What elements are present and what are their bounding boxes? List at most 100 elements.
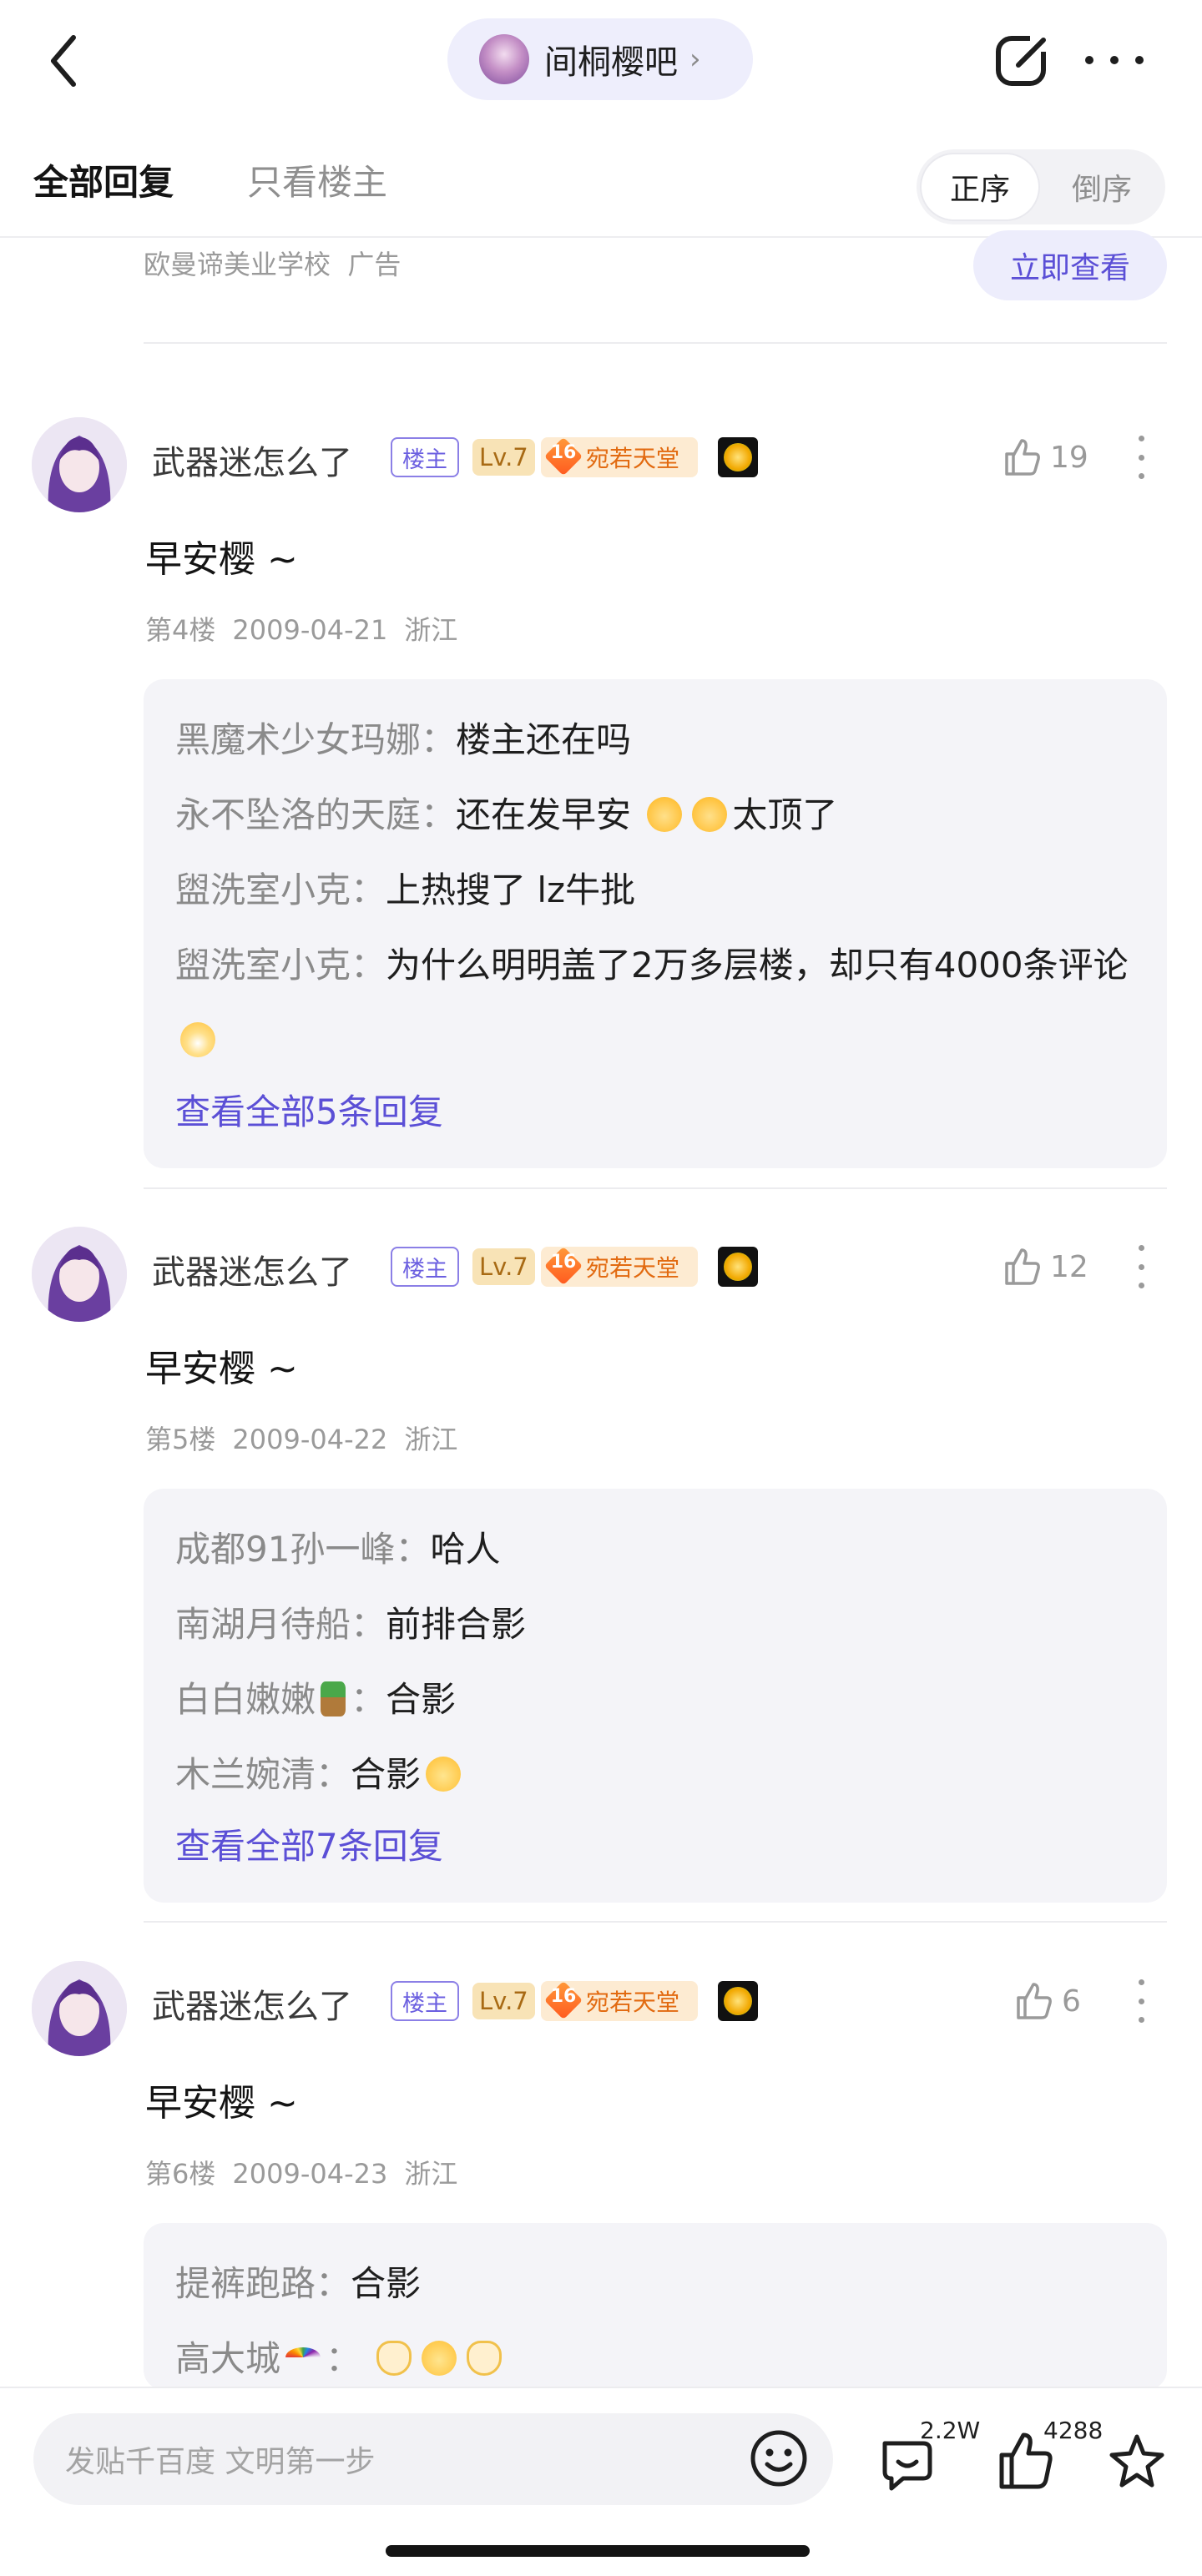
angry-emoji-icon xyxy=(692,797,728,832)
tab-all-replies[interactable]: 全部回复 xyxy=(33,154,174,205)
username[interactable]: 武器迷怎么了 xyxy=(152,436,352,484)
more-icon xyxy=(1138,1245,1144,1251)
medal-icon xyxy=(718,1981,758,2021)
level-badge: Lv.7 xyxy=(472,1248,535,1285)
avatar[interactable] xyxy=(32,1961,127,2056)
rank-badge: 16 宛若天堂 xyxy=(541,1246,698,1287)
reply-item: 白白嫩嫩 ：合影 xyxy=(175,1679,457,1720)
star-icon xyxy=(1109,2434,1164,2488)
post-meta: 第5楼 2009-04-22 浙江 xyxy=(145,1419,474,1457)
reply-item: 南湖月待船：前排合影 xyxy=(175,1604,527,1645)
rank-badge: 16 宛若天堂 xyxy=(541,436,698,477)
divider xyxy=(144,1921,1167,1923)
mask-emoji-icon xyxy=(180,1022,215,1057)
more-icon xyxy=(1138,1979,1144,1985)
ad-source-name: 欧曼谛美业学校 xyxy=(144,249,331,280)
reply-item: 黑魔术少女玛娜：楼主还在吗 xyxy=(175,719,632,760)
like-count: 12 xyxy=(1050,1249,1088,1284)
more-icon xyxy=(1085,56,1093,64)
sort-bar: 全部回复 只看楼主 正序 倒序 xyxy=(0,121,1202,238)
reply-item: 高大城： xyxy=(175,2321,1135,2390)
view-all-replies-link[interactable]: 查看全部7条回复 xyxy=(175,1812,1135,1881)
post-more-button[interactable] xyxy=(1135,1979,1147,2023)
avatar[interactable] xyxy=(32,417,127,512)
reply-box[interactable]: 提裤跑路：合影 高大城： xyxy=(144,2223,1167,2390)
post-date: 2009-04-21 xyxy=(232,614,388,646)
post-meta: 第4楼 2009-04-21 浙江 xyxy=(145,609,474,648)
post-more-button[interactable] xyxy=(1135,1245,1147,1288)
post-text: 早安樱 ~ xyxy=(145,1348,298,1390)
op-badge: 楼主 xyxy=(391,1981,459,2021)
edit-button[interactable] xyxy=(993,32,1050,88)
palm-tree-icon xyxy=(321,1681,346,1716)
more-button[interactable] xyxy=(1085,43,1144,77)
favorite-button[interactable] xyxy=(1107,2432,1167,2492)
level-badge: Lv.7 xyxy=(472,439,535,476)
post-date: 2009-04-22 xyxy=(232,1424,388,1455)
username[interactable]: 武器迷怎么了 xyxy=(152,1979,352,2028)
back-button[interactable] xyxy=(42,32,85,90)
level-badge: Lv.7 xyxy=(472,1983,535,2019)
peace-hand-emoji-icon xyxy=(376,2341,412,2376)
order-desc-button[interactable]: 倒序 xyxy=(1042,153,1162,221)
like-count: 6 xyxy=(1062,1984,1081,2019)
post-text: 早安樱 ~ xyxy=(145,2082,298,2125)
angry-emoji-icon xyxy=(647,797,683,832)
order-toggle: 正序 倒序 xyxy=(917,149,1165,224)
medal-icon xyxy=(718,1247,758,1287)
worried-emoji-icon xyxy=(422,2341,457,2376)
reply-box[interactable]: 黑魔术少女玛娜：楼主还在吗 永不坠洛的天庭：还在发早安 太顶了 盥洗室小克：上热… xyxy=(144,679,1167,1168)
tab-op-only[interactable]: 只看楼主 xyxy=(247,154,387,205)
like-button[interactable]: 12 xyxy=(1002,1242,1088,1292)
back-icon xyxy=(51,35,76,87)
ad-source: 欧曼谛美业学校 广告 xyxy=(144,244,401,282)
post-date: 2009-04-23 xyxy=(232,2158,388,2190)
ad-view-button[interactable]: 立即查看 xyxy=(973,230,1167,300)
more-icon xyxy=(1138,436,1144,441)
edit-icon xyxy=(996,33,1048,86)
reply-item: 成都91孙一峰：哈人 xyxy=(175,1529,501,1570)
post-more-button[interactable] xyxy=(1135,436,1147,479)
floor-number: 第4楼 xyxy=(145,614,216,646)
view-all-replies-link[interactable]: 查看全部5条回复 xyxy=(175,1078,1135,1147)
reply-box[interactable]: 成都91孙一峰：哈人 南湖月待船：前排合影 白白嫩嫩 ：合影 木兰婉清：合影 查看… xyxy=(144,1489,1167,1903)
floor-number: 第5楼 xyxy=(145,1424,216,1455)
post-location: 浙江 xyxy=(404,614,458,646)
floor-number: 第6楼 xyxy=(145,2158,216,2190)
username[interactable]: 武器迷怎么了 xyxy=(152,1245,352,1293)
forum-name: 间桐樱吧 xyxy=(544,43,678,82)
divider xyxy=(144,1187,1167,1189)
bottom-bar: 发贴千百度 文明第一步 2.2W 4288 xyxy=(0,2387,1202,2576)
reply-item: 盥洗室小克：上热搜了 lz牛批 xyxy=(175,870,636,910)
avatar[interactable] xyxy=(32,1227,127,1322)
comments-count: 2.2W xyxy=(920,2417,981,2444)
rank-badge: 16 宛若天堂 xyxy=(541,1980,698,2021)
comment-input-placeholder: 发贴千百度 文明第一步 xyxy=(65,2445,376,2479)
comment-input[interactable]: 发贴千百度 文明第一步 xyxy=(33,2413,833,2505)
home-indicator[interactable] xyxy=(386,2545,810,2557)
like-icon xyxy=(1017,1983,1052,2019)
reply-item: 盥洗室小克：为什么明明盖了2万多层楼，却只有4000条评论 xyxy=(175,928,1135,1078)
post-text: 早安樱 ~ xyxy=(145,538,298,581)
emoji-button[interactable] xyxy=(747,2427,811,2490)
post-location: 浙江 xyxy=(404,2158,458,2190)
medal-icon xyxy=(718,437,758,477)
reply-item: 提裤跑路：合影 xyxy=(175,2263,422,2304)
reply-item: 木兰婉清：合影 xyxy=(175,1737,1135,1812)
like-button[interactable]: 6 xyxy=(1013,1976,1081,2026)
like-icon xyxy=(1005,439,1040,476)
like-button[interactable]: 19 xyxy=(1002,432,1088,482)
post-meta: 第6楼 2009-04-23 浙江 xyxy=(145,2153,474,2191)
op-badge: 楼主 xyxy=(391,1247,459,1287)
hug-emoji-icon xyxy=(426,1757,462,1792)
likes-count: 4288 xyxy=(1043,2417,1104,2444)
peace-hand-emoji-icon xyxy=(467,2341,503,2376)
post-location: 浙江 xyxy=(404,1424,458,1455)
like-count: 19 xyxy=(1050,440,1088,475)
op-badge: 楼主 xyxy=(391,437,459,477)
top-bar: 间桐樱吧 › xyxy=(0,0,1202,121)
order-asc-button[interactable]: 正序 xyxy=(920,153,1040,221)
rainbow-icon xyxy=(285,2347,321,2367)
chevron-right-icon: › xyxy=(689,43,701,76)
forum-pill[interactable]: 间桐樱吧 › xyxy=(447,18,753,100)
